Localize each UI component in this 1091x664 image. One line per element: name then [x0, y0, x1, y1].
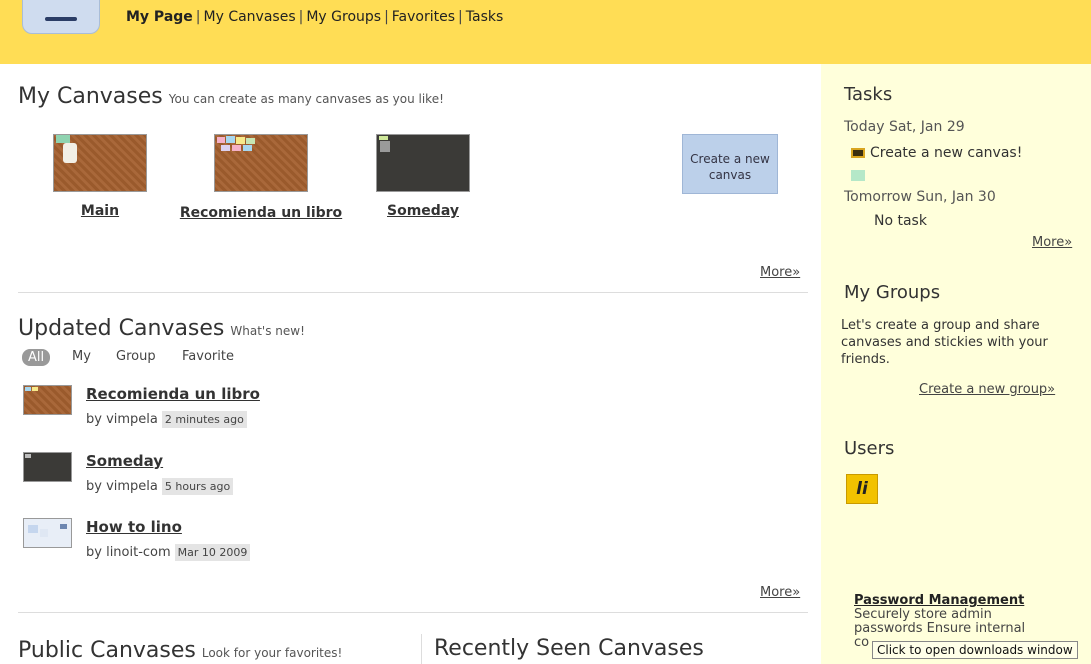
updated-canvases-heading: Updated Canvases What's new!	[18, 316, 305, 341]
ad-title-link[interactable]: Password Management	[854, 594, 1025, 608]
sticky-note	[217, 137, 225, 143]
nav-my-page[interactable]: My Page	[126, 9, 193, 25]
updated-byline: by linoit-com Mar 10 2009	[86, 544, 251, 561]
updated-time-badge: 2 minutes ago	[161, 411, 247, 428]
my-canvases-more-link[interactable]: More»	[760, 265, 800, 280]
updated-canvases-subtitle: What's new!	[230, 324, 305, 338]
canvas-link-main[interactable]: Main	[60, 203, 140, 219]
ad-line: passwords Ensure internal	[854, 621, 1026, 636]
sticky-note	[236, 137, 245, 144]
updated-link-someday[interactable]: Someday	[86, 452, 163, 470]
sticky-note-icon	[851, 170, 865, 181]
canvas-thumb-recomienda[interactable]	[214, 134, 308, 192]
sticky-note	[246, 138, 255, 144]
no-task-label: No task	[874, 213, 927, 229]
sticky-note	[380, 141, 390, 152]
canvas-thumb-main[interactable]	[53, 134, 147, 192]
task-item[interactable]: Create a new canvas!	[851, 145, 1022, 161]
divider	[18, 292, 808, 293]
column-divider	[421, 634, 422, 664]
user-avatar[interactable]: li	[846, 474, 878, 504]
sticky-note	[232, 145, 241, 151]
divider	[18, 612, 808, 613]
tomorrow-date: Tomorrow Sun, Jan 30	[844, 189, 996, 205]
sticky-note	[56, 135, 70, 143]
filter-all-tab[interactable]: All	[22, 349, 51, 366]
updated-thumb-how-to-lino[interactable]	[23, 518, 72, 548]
filter-favorite-tab[interactable]: Favorite	[182, 349, 234, 364]
nav-tasks[interactable]: Tasks	[466, 9, 504, 25]
updated-more-link[interactable]: More»	[760, 585, 800, 600]
updated-time-badge: 5 hours ago	[161, 478, 234, 495]
updated-link-how-to-lino[interactable]: How to lino	[86, 518, 182, 536]
task-canvas-icon	[851, 148, 865, 158]
users-heading: Users	[844, 438, 895, 459]
canvas-link-recomienda[interactable]: Recomienda un libro	[176, 203, 346, 223]
tasks-heading: Tasks	[844, 84, 893, 105]
sidebar: Tasks Today Sat, Jan 29 Create a new can…	[821, 64, 1091, 664]
filter-my-tab[interactable]: My	[72, 349, 91, 364]
groups-description: Let's create a group and share canvases …	[841, 318, 1048, 367]
updated-byline: by vimpela 5 hours ago	[86, 478, 234, 495]
updated-thumb-someday[interactable]	[23, 452, 72, 482]
top-bar: My Page | My Canvases | My Groups | Favorites |…	[0, 0, 1091, 64]
today-date: Today Sat, Jan 29	[844, 119, 965, 135]
sticky-note	[25, 454, 31, 458]
sticky-note	[40, 529, 48, 537]
main-nav: My Page | My Canvases | My Groups | Favorites |…	[126, 9, 504, 25]
sticky-note	[60, 524, 67, 529]
sticky-note	[221, 145, 230, 151]
nav-favorites[interactable]: Favorites	[392, 9, 455, 25]
nav-my-groups[interactable]: My Groups	[306, 9, 381, 25]
public-canvases-heading: Public Canvases Look for your favorites!	[18, 638, 343, 663]
tasks-more-link[interactable]: More»	[1032, 235, 1072, 250]
sticky-note	[243, 145, 252, 151]
public-canvases-subtitle: Look for your favorites!	[201, 646, 343, 660]
filter-group-tab[interactable]: Group	[116, 349, 156, 364]
updated-thumb-recomienda[interactable]	[23, 385, 72, 415]
menu-bar-icon	[45, 17, 77, 21]
my-canvases-heading: My Canvases You can create as many canvas…	[18, 84, 444, 109]
ad-line: Securely store admin	[854, 607, 992, 622]
sticky-note	[379, 136, 388, 140]
nav-my-canvases[interactable]: My Canvases	[204, 9, 296, 25]
updated-byline: by vimpela 2 minutes ago	[86, 411, 247, 428]
downloads-tooltip: Click to open downloads window	[872, 641, 1078, 659]
my-canvases-subtitle: You can create as many canvases as you l…	[168, 92, 444, 106]
canvas-link-someday[interactable]: Someday	[372, 203, 474, 219]
recently-seen-heading: Recently Seen Canvases	[434, 636, 704, 661]
create-group-link[interactable]: Create a new group»	[919, 382, 1055, 397]
menu-tab-button[interactable]	[22, 0, 100, 34]
updated-link-recomienda[interactable]: Recomienda un libro	[86, 385, 260, 403]
create-canvas-button[interactable]: Create a new canvas	[682, 134, 778, 194]
sticky-note	[63, 143, 77, 163]
sticky-note	[32, 387, 38, 391]
sticky-note	[28, 525, 38, 533]
sticky-note	[25, 387, 31, 391]
sticky-note	[226, 136, 235, 143]
canvas-thumb-someday[interactable]	[376, 134, 470, 192]
updated-time-badge: Mar 10 2009	[174, 544, 251, 561]
my-groups-heading: My Groups	[844, 282, 941, 303]
